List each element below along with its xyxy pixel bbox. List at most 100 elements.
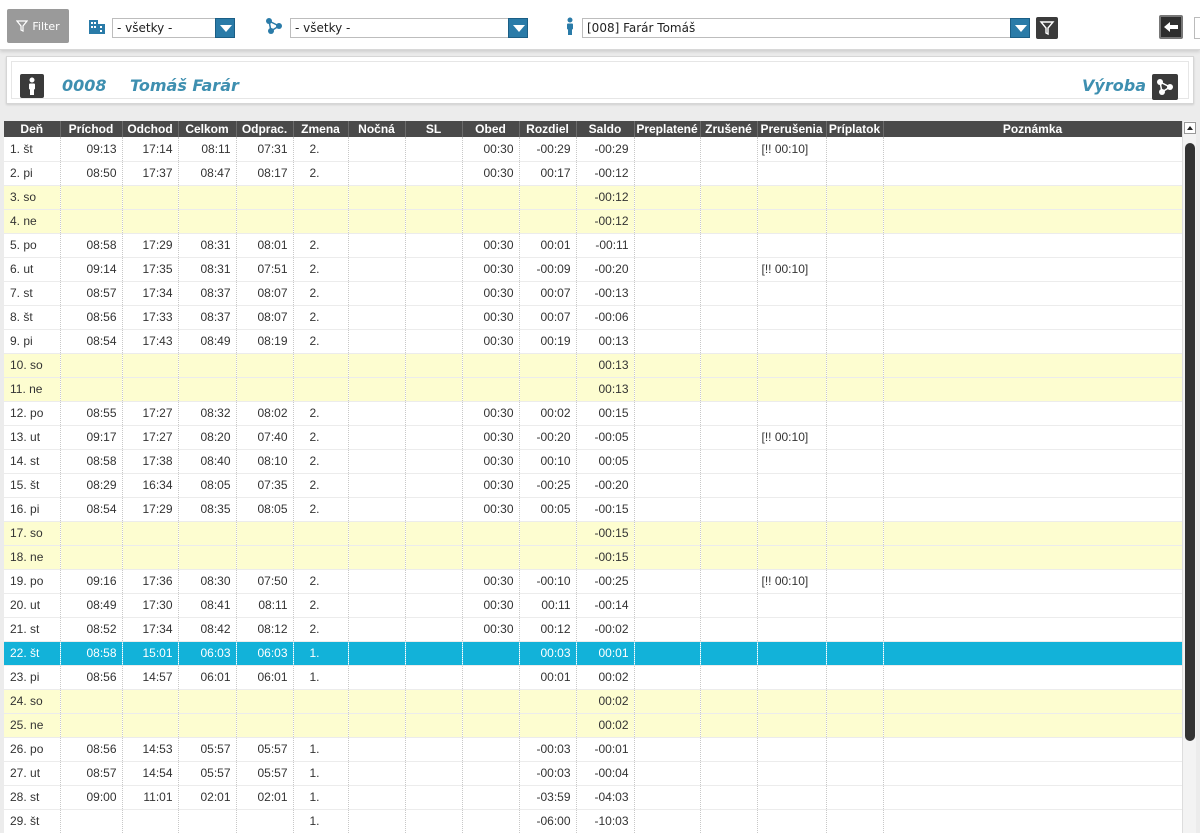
filter-button[interactable]: Filter [7,9,69,43]
cell-night [348,329,406,354]
scroll-up-icon[interactable] [1184,122,1196,134]
cell-sl [405,569,463,594]
table-row[interactable]: 13. ut 09:17 17:27 08:20 07:40 2. 00:30 -00:20-… [4,425,1182,450]
cell-in: 08:54 [60,329,123,354]
table-row[interactable]: 25. ne 00:02 [4,713,1182,738]
column-header[interactable]: Odprac. [236,121,294,137]
cell-note [883,209,1182,234]
cell-in [60,689,123,714]
cell-total: 08:37 [178,305,237,330]
table-row[interactable]: 28. st 09:00 11:01 02:01 02:01 1. -03:59 -04:03 [4,785,1182,810]
filter-label: Filter [32,19,60,33]
column-header[interactable]: Príchod [60,121,123,137]
cell-in: 08:58 [60,641,123,666]
cell-bonus [826,473,884,498]
table-row[interactable]: 18. ne -00:15 [4,545,1182,570]
cell-total [178,713,237,738]
chevron-down-icon[interactable] [1010,18,1030,38]
column-header[interactable]: Nočná [348,121,406,137]
table-row[interactable]: 22. št 08:58 15:01 06:03 06:03 1. 00:03 00:01 [4,641,1182,666]
cell-sl [405,305,463,330]
table-row[interactable]: 24. so 00:02 [4,689,1182,714]
column-header[interactable]: Zrušené [700,121,758,137]
cell-shift: 1. [293,761,349,786]
table-row[interactable]: 19. po 09:16 17:36 08:30 07:50 2. 00:30 -00:10-… [4,569,1182,594]
cell-total: 06:01 [178,665,237,690]
cell-breaks [757,689,827,714]
table-row[interactable]: 11. ne 00:13 [4,377,1182,402]
cell-in: 08:56 [60,305,123,330]
table-row[interactable]: 9. pi 08:54 17:43 08:49 08:19 2. 00:30 00:19 00:… [4,329,1182,354]
cell-saldo: -00:25 [576,569,635,594]
column-header[interactable]: Odchod [122,121,179,137]
table-row[interactable]: 10. so 00:13 [4,353,1182,378]
back-button[interactable] [1159,15,1183,39]
cell-note [883,737,1182,762]
table-row[interactable]: 27. ut 08:57 14:54 05:57 05:57 1. -00:03 -00:04 [4,761,1182,786]
cell-saldo: -00:20 [576,257,635,282]
cell-total: 08:31 [178,233,237,258]
table-row[interactable]: 2. pi 08:50 17:37 08:47 08:17 2. 00:30 00:17 -00… [4,161,1182,186]
scrollbar-thumb[interactable] [1185,143,1195,741]
chevron-down-icon[interactable] [215,18,235,38]
table-row[interactable]: 23. pi 08:56 14:57 06:01 06:01 1. 00:01 00:02 [4,665,1182,690]
table-row[interactable]: 15. št 08:29 16:34 08:05 07:35 2. 00:30 -00:25-… [4,473,1182,498]
column-header[interactable]: Obed [462,121,520,137]
cell-worked: 05:57 [236,737,294,762]
cell-sl [405,377,463,402]
table-row[interactable]: 21. st 08:52 17:34 08:42 08:12 2. 00:30 00:12 -0… [4,617,1182,642]
column-header[interactable]: Rozdiel [519,121,577,137]
cell-saldo: 00:02 [576,665,635,690]
cell-total [178,377,237,402]
table-row[interactable]: 12. po 08:55 17:27 08:32 08:02 2. 00:30 00:02 00… [4,401,1182,426]
cell-bonus [826,641,884,666]
table-row[interactable]: 3. so -00:12 [4,185,1182,210]
cell-note [883,353,1182,378]
cell-bonus [826,449,884,474]
table-row[interactable]: 20. ut 08:49 17:30 08:41 08:11 2. 00:30 00:11 -0… [4,593,1182,618]
table-row[interactable]: 4. ne -00:12 [4,209,1182,234]
column-header[interactable]: Celkom [178,121,237,137]
table-row[interactable]: 26. po 08:56 14:53 05:57 05:57 1. -00:03 -00:01 [4,737,1182,762]
table-row[interactable]: 7. st 08:57 17:34 08:37 08:07 2. 00:30 00:07 -00… [4,281,1182,306]
table-row[interactable]: 5. po 08:58 17:29 08:31 08:01 2. 00:30 00:01 -00… [4,233,1182,258]
org-structure-icon[interactable] [1152,74,1178,100]
column-header[interactable]: Poznámka [883,121,1182,137]
cell-lunch: 00:30 [462,617,520,642]
table-row[interactable]: 29. št 1. -06:00 -10:03 [4,809,1182,833]
cell-day: 25. ne [4,713,61,738]
cell-lunch [462,785,520,810]
chevron-down-icon[interactable] [508,18,528,38]
table-row[interactable]: 8. št 08:56 17:33 08:37 08:07 2. 00:30 00:07 -00… [4,305,1182,330]
table-row[interactable]: 16. pi 08:54 17:29 08:35 08:05 2. 00:30 00:05 -0… [4,497,1182,522]
cell-out: 17:36 [122,569,179,594]
cell-cancelled [700,377,758,402]
table-row[interactable]: 14. st 08:58 17:38 08:40 08:10 2. 00:30 00:10 00… [4,449,1182,474]
cell-breaks [757,809,827,833]
scrollbar[interactable] [1182,121,1196,833]
column-header[interactable]: Zmena [293,121,349,137]
column-header[interactable]: Saldo [576,121,635,137]
table-row[interactable]: 6. ut 09:14 17:35 08:31 07:51 2. 00:30 -00:09 -0… [4,257,1182,282]
department-name: Výroba [1082,76,1146,95]
cell-diff [519,209,577,234]
table-row[interactable]: 17. so -00:15 [4,521,1182,546]
cell-lunch [462,665,520,690]
cell-lunch: 00:30 [462,281,520,306]
apply-filter-button[interactable] [1036,17,1058,39]
column-header[interactable]: Deň [4,121,61,137]
table-row[interactable]: 1. št 09:13 17:14 08:11 07:31 2. 00:30 -00:29 -0… [4,137,1182,162]
cell-breaks [757,233,827,258]
cell-breaks [757,617,827,642]
column-header[interactable]: Príplatok [826,121,884,137]
cell-in [60,521,123,546]
cell-out: 17:35 [122,257,179,282]
column-header[interactable]: Preplatené [634,121,701,137]
column-header[interactable]: SL [405,121,463,137]
employee-select[interactable]: [008] Farár Tomáš [582,18,1030,38]
column-header[interactable]: Prerušenia [757,121,827,137]
location-select[interactable]: - všetky - [112,18,235,38]
group-select[interactable]: - všetky - [290,18,528,38]
cell-sl [405,449,463,474]
cell-night [348,593,406,618]
